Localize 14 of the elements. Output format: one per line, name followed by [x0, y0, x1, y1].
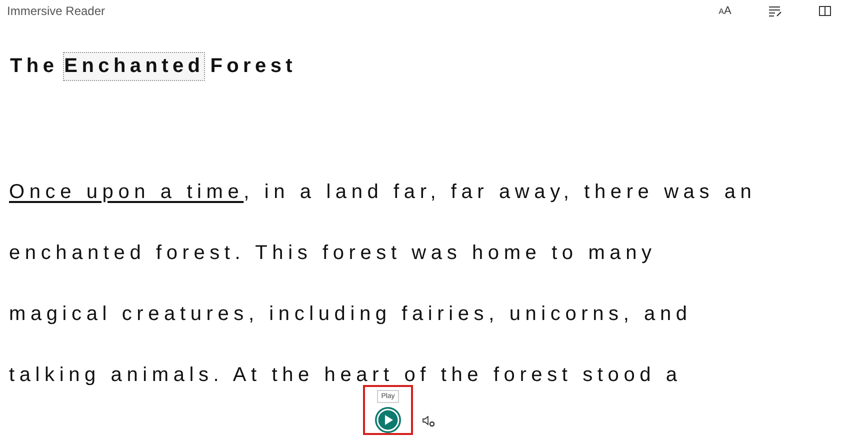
voice-settings-icon[interactable] — [422, 416, 435, 426]
lines-pen-icon[interactable] — [768, 6, 782, 16]
title-word[interactable]: The — [9, 52, 60, 81]
text-line: talking animals. At the heart of the forest stood a — [9, 364, 682, 386]
play-button[interactable] — [374, 406, 402, 434]
text-line: magical creatures, including fairies, unicorns, and — [9, 303, 692, 325]
title-word[interactable]: Forest — [209, 52, 298, 81]
book-icon[interactable] — [819, 6, 831, 16]
text-line: Once upon a time — [9, 181, 244, 203]
app-title: Immersive Reader — [7, 4, 106, 18]
text-size-button[interactable]: AA — [715, 2, 735, 20]
title-word[interactable]: Enchanted — [63, 52, 206, 81]
text-line: enchanted forest. This forest was home to many — [9, 242, 656, 264]
text-line: , in a land far, far away, there was an — [244, 181, 756, 203]
